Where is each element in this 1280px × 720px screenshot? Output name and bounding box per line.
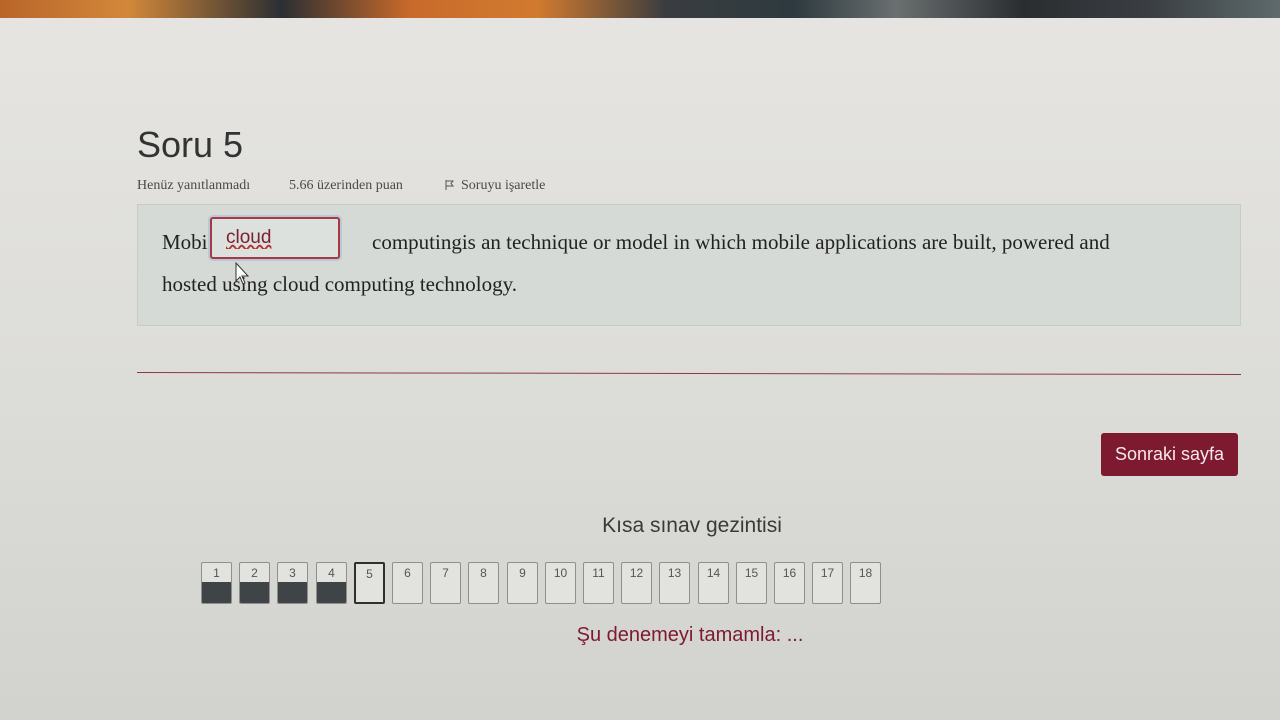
nav-button-number: 8 [480,566,487,580]
nav-button-number: 12 [629,566,644,580]
nav-button-number: 5 [366,567,373,581]
nav-button-number: 2 [251,566,258,580]
nav-button-13[interactable]: 13 [659,562,690,604]
quiz-navigation-title: Kısa sınav gezintisi [602,514,782,537]
section-divider [136,372,1241,375]
next-page-button[interactable]: Sonraki sayfa [1101,433,1238,476]
mouse-cursor-icon [235,262,250,285]
nav-button-17[interactable]: 17 [812,562,843,604]
nav-button-number: 10 [553,566,568,580]
nav-button-11[interactable]: 11 [583,562,614,604]
nav-button-7[interactable]: 7 [430,562,461,604]
answer-input[interactable] [210,217,340,259]
nav-button-number: 14 [706,566,721,580]
answered-indicator [202,582,231,603]
nav-button-6[interactable]: 6 [392,562,423,604]
nav-button-2[interactable]: 2 [239,562,270,604]
nav-button-3[interactable]: 3 [277,562,308,604]
question-state: Henüz yanıtlanmadı [137,178,251,193]
finish-attempt-link[interactable]: Şu denemeyi tamamla: ... [540,624,840,647]
nav-button-9[interactable]: 9 [507,562,538,604]
nav-button-16[interactable]: 16 [774,562,805,604]
answered-indicator [240,582,269,603]
text-after-gap: computingis an technique or model in whi… [372,230,1110,254]
nav-button-number: 3 [289,566,296,580]
nav-button-number: 15 [744,566,759,580]
nav-button-12[interactable]: 12 [621,562,652,604]
nav-button-number: 16 [782,566,797,580]
nav-button-number: 17 [820,566,835,580]
nav-button-8[interactable]: 8 [468,562,499,604]
flag-question-link[interactable]: Soruyu işaretle [445,178,545,194]
nav-button-5[interactable]: 5 [354,562,385,604]
nav-button-number: 4 [328,566,335,580]
flag-label: Soruyu işaretle [461,178,546,193]
top-image-strip [0,0,1280,18]
nav-button-number: 11 [592,566,605,580]
question-title: Soru 5 [137,124,244,165]
quiz-navigation-buttons: 1 2 3 4 5 6 7 8 9 10 11 12 13 14 15 16 17 18 [201,562,901,606]
nav-button-1[interactable]: 1 [201,562,232,604]
nav-button-number: 6 [404,566,411,580]
answered-indicator [278,582,307,603]
nav-button-number: 9 [519,566,526,580]
nav-button-number: 1 [213,566,220,580]
nav-button-15[interactable]: 15 [736,562,767,604]
answered-indicator [317,582,346,603]
nav-button-number: 18 [858,566,873,580]
nav-button-number: 13 [667,566,682,580]
nav-button-10[interactable]: 10 [545,562,576,604]
flag-icon [445,180,455,190]
nav-button-18[interactable]: 18 [850,562,881,604]
nav-button-14[interactable]: 14 [698,562,729,604]
nav-button-number: 7 [442,566,449,580]
text-line-2: hosted using cloud computing technology. [162,272,518,296]
question-grade: 5.66 üzerinden puan [289,178,403,193]
nav-button-4[interactable]: 4 [316,562,347,604]
question-content: Mobile computingis an technique or model… [137,204,1241,326]
